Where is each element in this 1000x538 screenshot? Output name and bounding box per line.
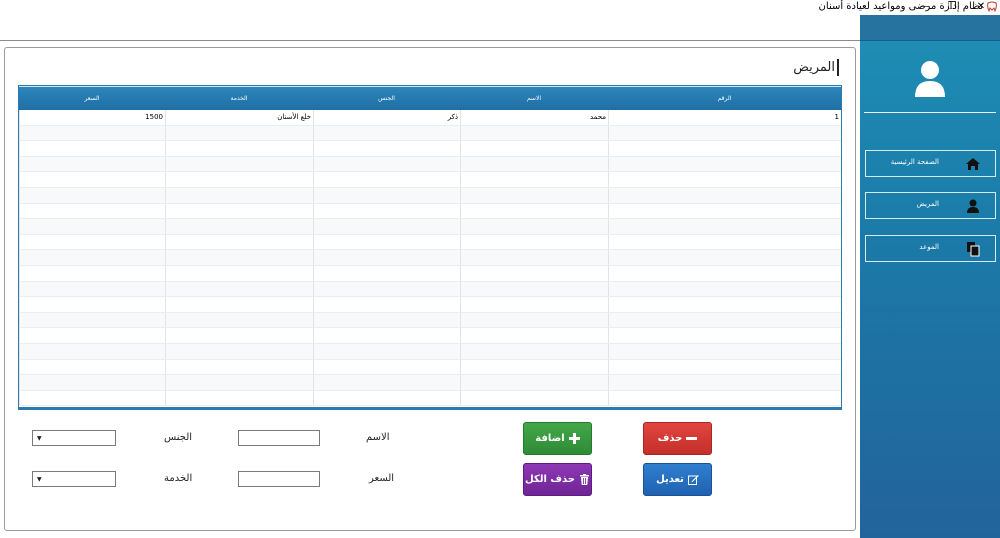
delete-all-button[interactable]: حذف الكل: [523, 463, 592, 496]
column-header-service[interactable]: الخدمة: [165, 87, 313, 110]
table-bottom-line: [19, 407, 841, 409]
empty-row: [19, 328, 841, 344]
empty-row: [19, 312, 841, 329]
sidebar-item-label: المريض: [916, 200, 939, 208]
edit-button-label: تعديل: [656, 474, 684, 485]
table-body: 1 محمد ذكر خلع الأسنان 1500: [19, 110, 841, 407]
title-caret: [837, 59, 839, 76]
plus-icon: [568, 433, 580, 444]
column-header-id[interactable]: الرقم: [608, 87, 841, 110]
empty-row: [19, 172, 841, 188]
empty-row: [19, 265, 841, 282]
name-label: الاسم: [366, 432, 390, 443]
sidebar-item-patient[interactable]: المريض: [865, 192, 996, 219]
cell-id: 1: [608, 110, 841, 125]
sidebar-header: [860, 15, 1000, 41]
close-button[interactable]: ✕: [966, 0, 996, 15]
chevron-down-icon: ▼: [37, 476, 42, 483]
empty-row: [19, 343, 841, 360]
empty-row: [19, 219, 841, 235]
empty-row: [19, 187, 841, 204]
sidebar-item-home[interactable]: الصفحة الرئيسية: [865, 150, 996, 177]
cell-service: خلع الأسنان: [165, 110, 313, 125]
sidebar-item-label: الموعد: [919, 243, 939, 251]
sidebar-divider: [864, 112, 996, 113]
empty-row: [19, 203, 841, 220]
empty-row: [19, 156, 841, 173]
sidebar: الصفحة الرئيسية المريض الموعد: [860, 15, 1000, 538]
empty-row: [19, 281, 841, 298]
title-bar: نظام إدارة مرضى ومواعيد لعيادة أسنان — ❐…: [0, 0, 1000, 15]
empty-row: [19, 125, 841, 142]
sidebar-item-label: الصفحة الرئيسية: [890, 158, 939, 166]
copy-icon: [967, 242, 980, 257]
empty-row: [19, 234, 841, 251]
delete-button-label: حذف: [657, 433, 683, 444]
empty-row: [19, 141, 841, 157]
price-label: السعر: [369, 473, 395, 484]
page-title: المريض: [793, 60, 835, 75]
price-input[interactable]: [238, 471, 320, 487]
service-label: الخدمة: [164, 473, 193, 484]
patient-panel: المريض الرقم الاسم الجنس الخدمة السعر 1 …: [4, 47, 856, 531]
column-header-gender[interactable]: الجنس: [313, 87, 460, 110]
delete-button[interactable]: حذف: [643, 422, 712, 455]
column-header-price[interactable]: السعر: [19, 87, 165, 110]
gender-label: الجنس: [164, 432, 193, 443]
sidebar-item-appointment[interactable]: الموعد: [865, 235, 996, 262]
empty-row: [19, 250, 841, 266]
empty-row: [19, 359, 841, 376]
minus-icon: [686, 437, 698, 440]
user-icon: [967, 199, 979, 213]
edit-button[interactable]: تعديل: [643, 463, 712, 496]
home-icon: [966, 158, 980, 170]
empty-row: [19, 390, 841, 407]
patients-table[interactable]: الرقم الاسم الجنس الخدمة السعر 1 محمد ذك…: [18, 85, 842, 410]
minimize-button[interactable]: —: [910, 0, 940, 15]
user-avatar-icon: [915, 61, 945, 97]
table-row[interactable]: 1 محمد ذكر خلع الأسنان 1500: [19, 110, 841, 126]
name-input[interactable]: [238, 430, 320, 446]
cell-name: محمد: [460, 110, 608, 125]
cell-gender: ذكر: [313, 110, 460, 125]
table-header: الرقم الاسم الجنس الخدمة السعر: [19, 86, 841, 110]
delete-all-button-label: حذف الكل: [525, 474, 576, 485]
empty-row: [19, 297, 841, 313]
service-select[interactable]: ▼: [32, 471, 116, 487]
empty-row: [19, 375, 841, 391]
maximize-button[interactable]: ❐: [937, 0, 967, 15]
chevron-down-icon: ▼: [37, 435, 42, 442]
add-button[interactable]: اضافة: [523, 422, 592, 455]
column-header-name[interactable]: الاسم: [460, 87, 608, 110]
app-window: نظام إدارة مرضى ومواعيد لعيادة أسنان — ❐…: [0, 0, 1000, 538]
cell-price: 1500: [19, 110, 165, 125]
trash-icon: [580, 474, 590, 485]
edit-icon: [687, 475, 699, 485]
add-button-label: اضافة: [535, 433, 565, 444]
top-strip: [0, 15, 860, 41]
gender-select[interactable]: ▼: [32, 430, 116, 446]
